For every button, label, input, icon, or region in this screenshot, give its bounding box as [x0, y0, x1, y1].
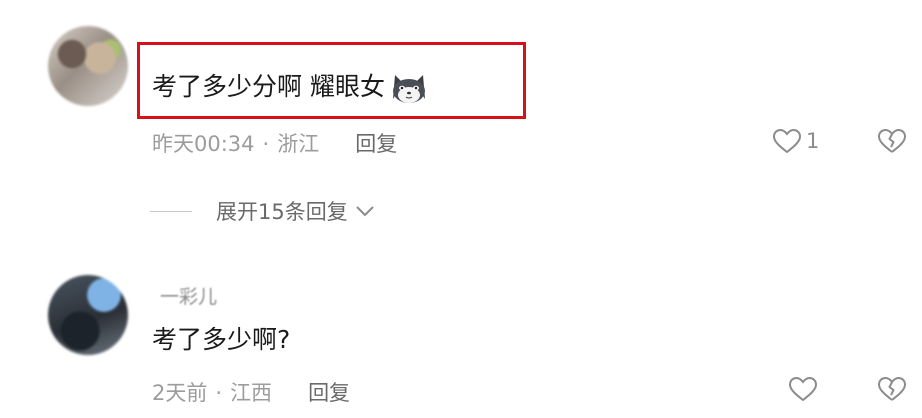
cat-face-icon [392, 75, 425, 103]
comment-meta: 昨天00:34 · 浙江 回复 [152, 131, 397, 157]
avatar[interactable] [48, 275, 128, 355]
comment-text-content: 考了多少分啊 耀眼女 [152, 72, 385, 101]
comment-text-content: 考了多少啊? [152, 325, 291, 354]
comment-location: 浙江 [277, 132, 320, 156]
comment-time: 昨天00:34 [152, 132, 255, 156]
broken-heart-icon [878, 376, 907, 401]
expand-replies-label: 展开15条回复 [216, 200, 348, 224]
meta-separator: · [215, 381, 223, 405]
chevron-down-icon [356, 206, 374, 217]
dislike-button[interactable] [877, 128, 907, 154]
heart-icon [788, 376, 818, 402]
broken-heart-icon [878, 128, 907, 153]
avatar[interactable] [48, 26, 128, 106]
comment-time: 2天前 [152, 381, 208, 405]
comment-meta: 2天前 · 江西 回复 [152, 380, 350, 406]
expand-replies-button[interactable]: 展开15条回复 [150, 196, 376, 226]
meta-separator: · [262, 132, 270, 156]
comment-text: 考了多少分啊 耀眼女 [152, 69, 429, 105]
comment-location: 江西 [230, 381, 273, 405]
reply-button[interactable]: 回复 [308, 381, 350, 405]
reply-button[interactable]: 回复 [355, 132, 397, 156]
like-count: 1 [806, 129, 820, 153]
divider [150, 210, 192, 212]
like-button[interactable]: 1 [772, 128, 819, 154]
comment-text: 考了多少啊? [152, 325, 290, 355]
heart-icon [772, 128, 802, 154]
comment-username[interactable]: 一彩儿 [160, 282, 217, 309]
like-button[interactable] [788, 376, 818, 402]
dislike-button[interactable] [877, 376, 907, 402]
